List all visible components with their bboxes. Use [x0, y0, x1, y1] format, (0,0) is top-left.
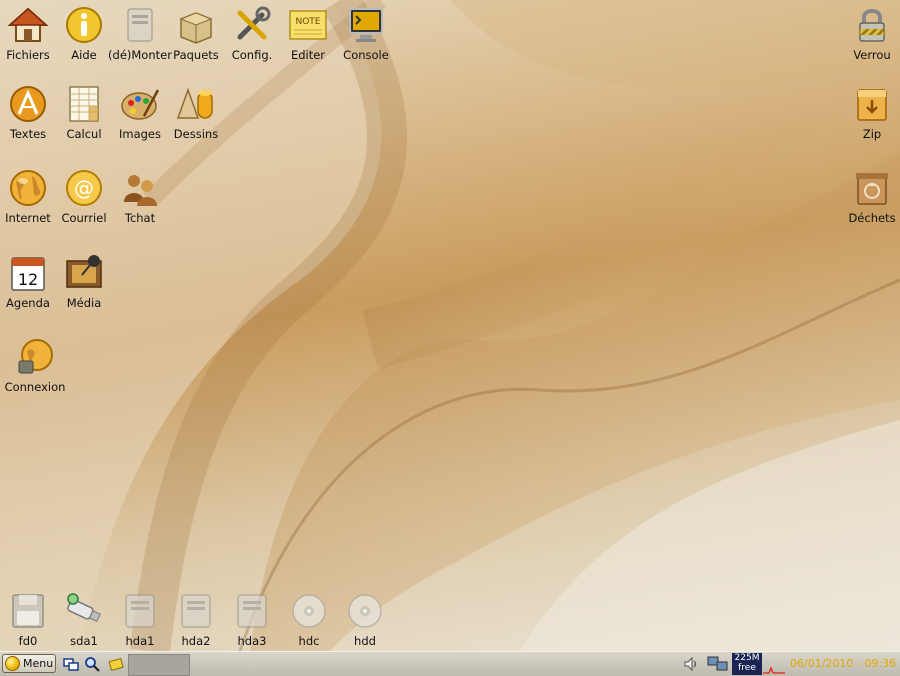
icon-label: hdd	[354, 634, 376, 648]
icon-label: Zip	[862, 127, 882, 141]
desktop-icon-connexion[interactable]: Connexion	[5, 337, 65, 394]
chat-icon	[124, 175, 157, 206]
media-icon	[66, 255, 102, 288]
icon-label: Verrou	[853, 48, 891, 62]
zip-box-icon	[857, 89, 887, 121]
hard-drive-icon	[237, 594, 267, 628]
workspace-pager[interactable]	[128, 654, 190, 676]
cdrom-icon	[292, 594, 326, 628]
icon-label: Console	[343, 48, 389, 62]
floppy-icon	[12, 594, 44, 628]
usb-drive-icon	[67, 593, 101, 623]
desktop: Fichiers Aide (dé)Monter Paquets Config.…	[0, 0, 900, 651]
icon-label: Connexion	[4, 380, 66, 394]
calendar-day: 12	[18, 270, 38, 289]
icon-label: Tchat	[124, 211, 156, 225]
cpu-graph-icon	[763, 666, 785, 674]
note-icon: NOTE	[289, 10, 327, 40]
desktop-icon-console[interactable]: Console	[338, 5, 394, 62]
desktop-icon-tchat[interactable]: Tchat	[112, 168, 168, 225]
memory-free-label: free	[738, 663, 756, 673]
desktop-icon-media[interactable]: Média	[56, 253, 112, 310]
globe-icon	[10, 170, 46, 206]
hard-drive-icon	[125, 594, 155, 628]
search-icon[interactable]	[84, 656, 100, 672]
desktop-icon-dessins[interactable]: Dessins	[168, 84, 224, 141]
memory-monitor[interactable]: 225M free	[732, 653, 762, 675]
tools-icon	[237, 6, 271, 40]
show-desktop-icon[interactable]	[63, 656, 79, 672]
menu-label: Menu	[23, 657, 54, 670]
desktop-icon-dechets[interactable]: Déchets	[844, 168, 900, 225]
drive-hdd[interactable]: hdd	[337, 591, 393, 648]
hard-drive-icon	[181, 594, 211, 628]
trash-icon	[856, 173, 888, 205]
lock-icon	[859, 9, 885, 42]
package-icon	[179, 12, 213, 44]
note-text: NOTE	[295, 17, 320, 27]
shapes-icon	[176, 87, 213, 119]
volume-icon[interactable]	[683, 656, 699, 672]
home-folder-icon	[8, 7, 48, 42]
icon-label: Média	[66, 296, 102, 310]
palette-icon	[121, 89, 160, 120]
icon-label: Dessins	[173, 127, 219, 141]
terminal-icon	[349, 8, 383, 42]
clock[interactable]: 06/01/2010 - 09:36	[790, 657, 896, 670]
desktop-icon-verrou[interactable]: Verrou	[844, 5, 900, 62]
menu-button[interactable]: Menu	[2, 654, 56, 673]
drive-icon	[127, 8, 153, 42]
desktop-icon-zip[interactable]: Zip	[844, 84, 900, 141]
notes-icon[interactable]	[108, 656, 124, 672]
memory-amount: 225M	[734, 653, 760, 663]
cdrom-icon	[348, 594, 382, 628]
taskbar: Menu 225M free 06/01/2010 - 09:36	[0, 651, 900, 676]
calendar-icon: 12	[11, 257, 45, 291]
spreadsheet-icon	[69, 86, 99, 122]
icon-label: Déchets	[848, 211, 896, 225]
svg-text:@: @	[74, 176, 94, 200]
text-editor-icon	[10, 86, 46, 122]
network-icon[interactable]	[707, 656, 729, 672]
connect-icon	[18, 339, 53, 374]
info-icon	[66, 7, 102, 43]
menu-orb-icon	[5, 656, 20, 671]
email-icon: @	[66, 170, 102, 206]
